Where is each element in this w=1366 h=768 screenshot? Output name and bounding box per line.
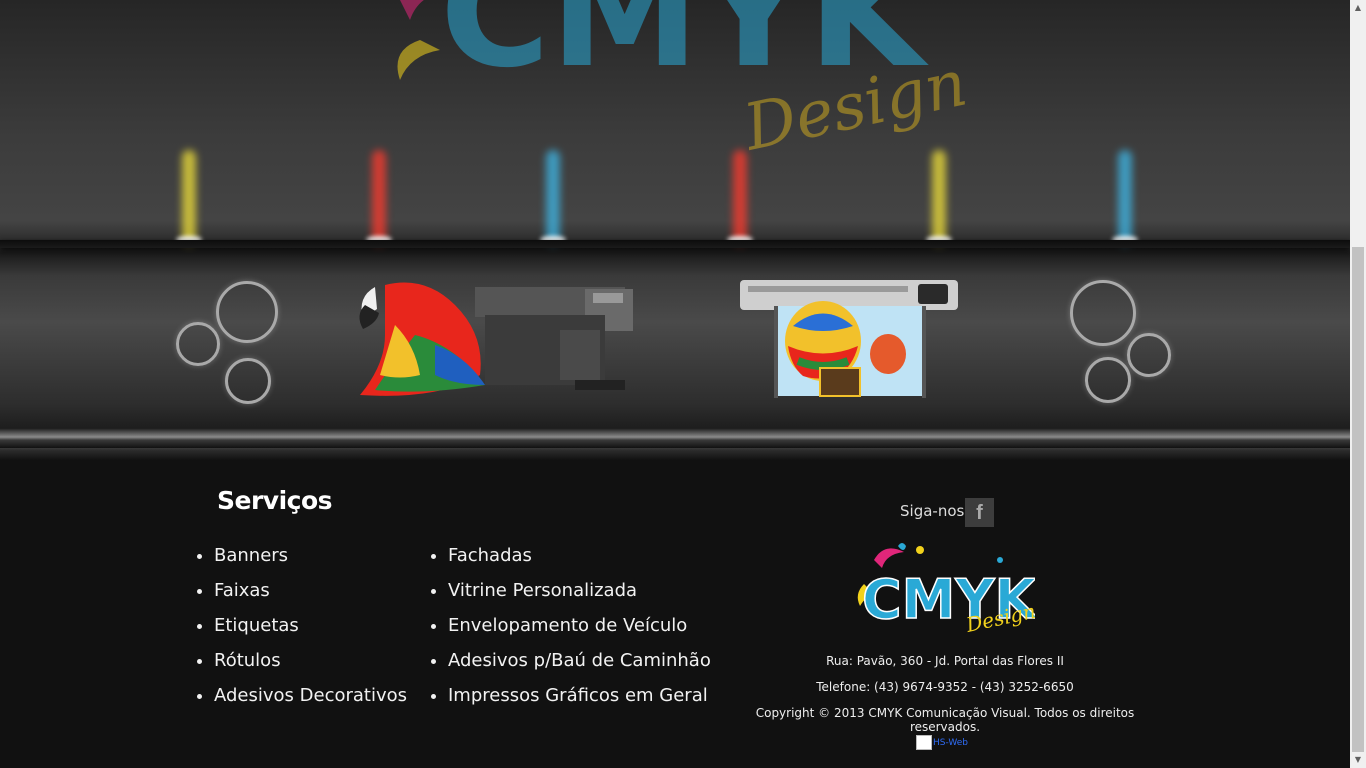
decorative-ring: [1127, 333, 1171, 377]
scrollbar-thumb[interactable]: [1352, 247, 1364, 752]
scroll-up-arrow-icon[interactable]: ▲: [1350, 0, 1366, 16]
service-item: Faixas: [214, 579, 407, 614]
services-list-2: Fachadas Vitrine Personalizada Envelopam…: [448, 544, 711, 719]
shelf-bottom: [0, 428, 1350, 448]
address-text: Rua: Pavão, 360 - Jd. Portal das Flores …: [826, 654, 1064, 668]
spotlight-cyan: [546, 150, 560, 245]
services-title: Serviços: [217, 486, 333, 515]
decorative-ring: [1085, 357, 1131, 403]
service-item: Adesivos p/Baú de Caminhão: [448, 649, 711, 684]
service-item: Impressos Gráficos em Geral: [448, 684, 711, 719]
shelf-edge: [0, 240, 1350, 248]
service-item: Banners: [214, 544, 407, 579]
spotlight-yellow: [182, 150, 196, 245]
service-item: Fachadas: [448, 544, 711, 579]
decorative-ring: [1070, 280, 1136, 346]
follow-us-label: Siga-nos: [900, 502, 965, 520]
service-item: Envelopamento de Veículo: [448, 614, 711, 649]
service-item: Adesivos Decorativos: [214, 684, 407, 719]
hero-banner: CMYK Design: [0, 0, 1350, 460]
page-scrollbar[interactable]: ▲ ▼: [1350, 0, 1366, 768]
service-item: Rótulos: [214, 649, 407, 684]
scroll-down-arrow-icon[interactable]: ▼: [1350, 752, 1366, 768]
facebook-icon[interactable]: f: [965, 498, 994, 527]
spotlight-red: [372, 150, 386, 245]
spotlight-cyan: [1118, 150, 1132, 245]
parrot-printer-image: [359, 282, 633, 396]
phone-text: Telefone: (43) 9674-9352 - (43) 3252-665…: [816, 680, 1074, 694]
decorative-ring: [216, 281, 278, 343]
service-item: Vitrine Personalizada: [448, 579, 711, 614]
service-item: Etiquetas: [214, 614, 407, 649]
broken-image-icon: [916, 735, 932, 750]
spotlight-yellow: [932, 150, 946, 245]
cmyk-design-logo: CMYK Design: [857, 543, 1035, 636]
hs-web-badge-alt: HS-Web: [933, 737, 968, 748]
hs-web-badge-link[interactable]: HS-Web: [916, 735, 968, 750]
wall-cmyk-logo: CMYK Design: [397, 0, 973, 166]
spotlight-red: [733, 150, 747, 245]
copyright-text: Copyright © 2013 CMYK Comunicação Visual…: [755, 706, 1135, 734]
services-list-1: Banners Faixas Etiquetas Rótulos Adesivo…: [214, 544, 407, 719]
decorative-ring: [225, 358, 271, 404]
decorative-ring: [176, 322, 220, 366]
large-format-printer-image: [740, 280, 958, 398]
